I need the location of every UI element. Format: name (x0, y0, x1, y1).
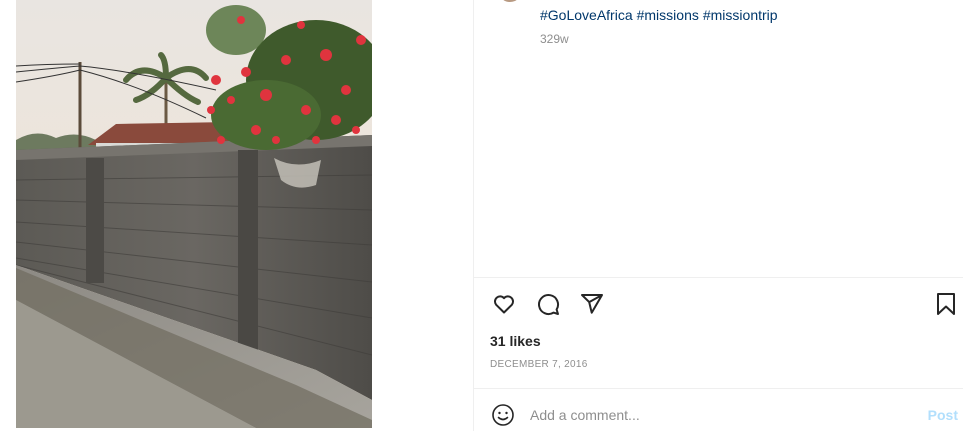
like-button[interactable] (490, 290, 518, 318)
post-photo (16, 0, 372, 428)
emoji-button[interactable] (490, 402, 516, 428)
hashtag-link[interactable]: #missiontrip (703, 7, 778, 23)
avatar[interactable] (498, 0, 522, 2)
hashtag-link[interactable]: #GoLoveAfrica (540, 7, 633, 23)
bookmark-icon (937, 293, 955, 315)
likes-count[interactable]: 31 likes (490, 333, 541, 349)
comment-bubble-icon (538, 294, 560, 316)
hashtag-link[interactable]: #missions (637, 7, 699, 23)
post-comment-button[interactable]: Post (928, 407, 958, 423)
photo-scene (16, 0, 372, 428)
post-caption: #GoLoveAfrica #missions #missiontrip (540, 6, 782, 24)
save-button[interactable] (932, 290, 960, 318)
paper-plane-icon (581, 294, 603, 314)
comment-form: Post (474, 389, 963, 431)
smiley-icon (492, 404, 514, 426)
post-detail-panel: #GoLoveAfrica #missions #missiontrip 329w … (473, 0, 963, 431)
comment-input[interactable] (530, 402, 880, 428)
action-bar (490, 290, 606, 318)
heart-icon (494, 295, 514, 314)
post-age[interactable]: 329w (540, 32, 569, 46)
divider (474, 277, 963, 278)
share-button[interactable] (578, 290, 606, 318)
post-date: DECEMBER 7, 2016 (490, 359, 588, 370)
comment-button[interactable] (534, 290, 562, 318)
